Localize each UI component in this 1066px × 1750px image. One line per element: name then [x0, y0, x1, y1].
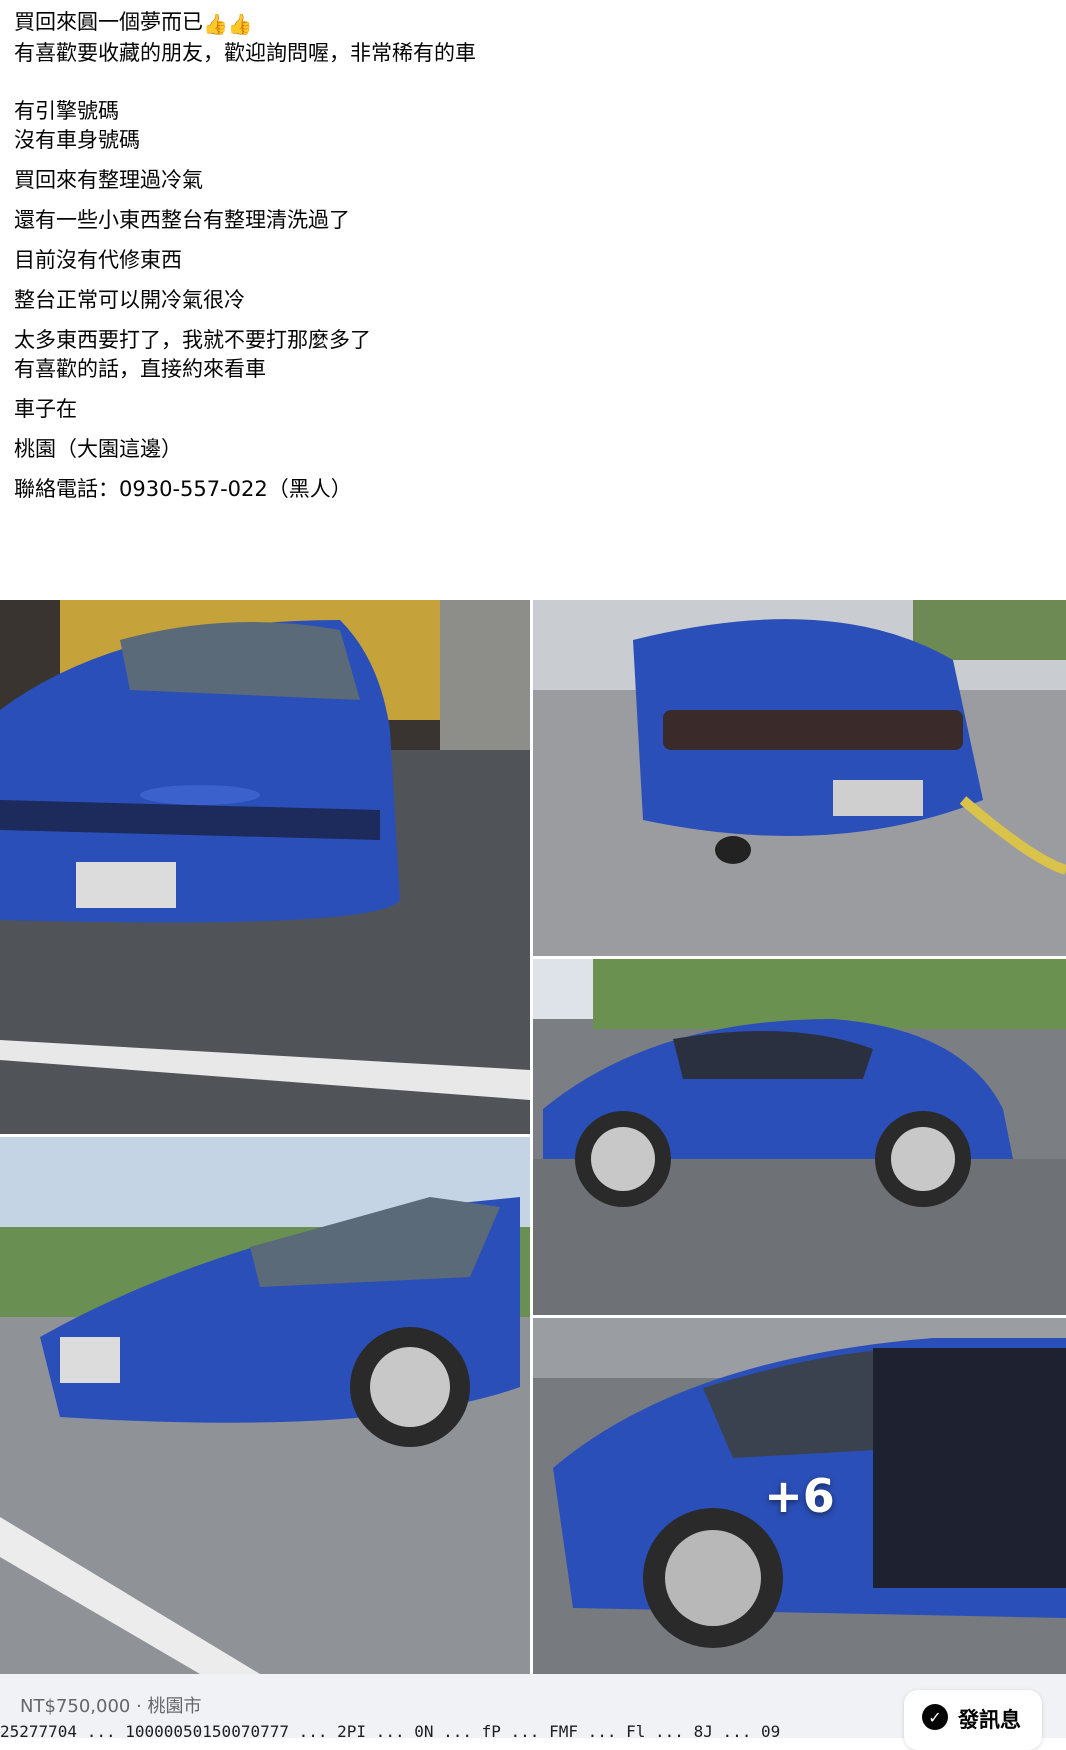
post-line: 沒有車身號碼	[14, 128, 140, 152]
post-line: 桃園（大園這邊）	[14, 437, 182, 461]
post-line: 整台正常可以開冷氣很冷	[14, 288, 245, 312]
url-strip: 25277704 ... 10000050150070777 ... 2PI .…	[0, 1722, 781, 1738]
car-photo-rear[interactable]	[533, 600, 1066, 956]
price-location: NT$750,000 · 桃園市	[20, 1696, 202, 1717]
send-message-button[interactable]: ✓ 發訊息	[904, 1690, 1042, 1750]
post-line: 有喜歡要收藏的朋友，歡迎詢問喔，非常稀有的車	[14, 41, 476, 65]
post-line: 買回來圓一個夢而已👍👍	[14, 8, 1014, 39]
more-photos-overlay[interactable]: +6	[533, 1318, 1066, 1674]
photo-gallery: +6	[0, 600, 1066, 1674]
post-line: 有引擎號碼	[14, 99, 119, 123]
post-text: 買回來圓一個夢而已👍👍 有喜歡要收藏的朋友，歡迎詢問喔，非常稀有的車 有引擎號碼…	[14, 8, 1014, 504]
car-photo-door-open[interactable]: +6	[533, 1318, 1066, 1674]
post-line: 有喜歡的話，直接約來看車	[14, 357, 266, 381]
car-photo-front[interactable]	[0, 600, 530, 1134]
car-photo-front-angle[interactable]	[0, 1137, 530, 1674]
post-line: 還有一些小東西整台有整理清洗過了	[14, 208, 350, 232]
post-line: 太多東西要打了，我就不要打那麼多了	[14, 328, 371, 352]
more-photos-count: +6	[764, 1469, 835, 1523]
thumbs-up-icon: 👍👍	[203, 12, 253, 36]
post-line: 聯絡電話：0930-557-022（黑人）	[14, 477, 352, 501]
post-line: 目前沒有代修東西	[14, 248, 182, 272]
car-photo-side[interactable]	[533, 959, 1066, 1315]
post-line: 買回來有整理過冷氣	[14, 168, 203, 192]
post-line: 車子在	[14, 397, 77, 421]
